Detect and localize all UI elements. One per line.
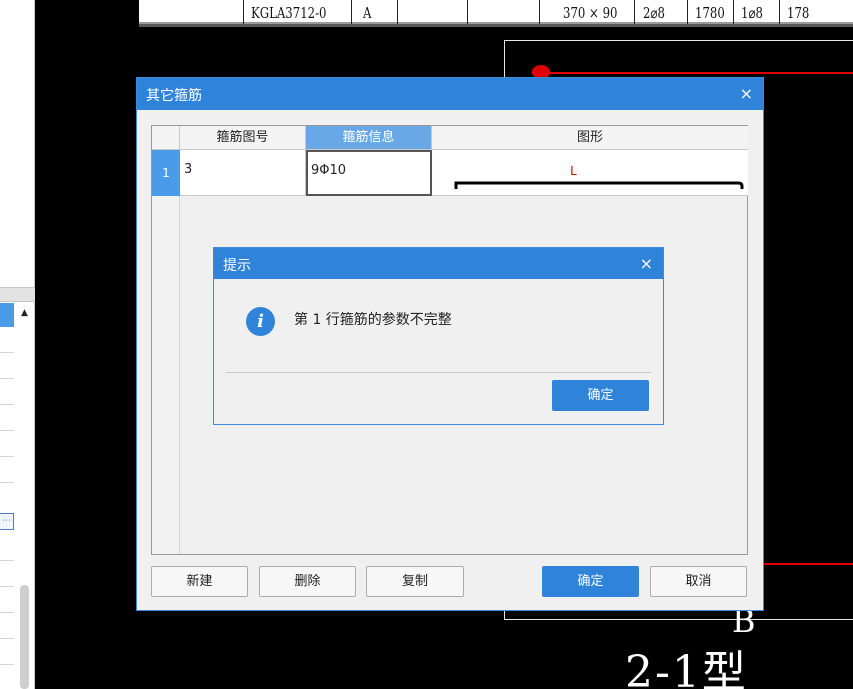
left-panel-selected-row[interactable]: [0, 303, 14, 327]
cell-stirrup-info[interactable]: 9Φ10: [306, 150, 432, 196]
scrollbar-thumb[interactable]: [20, 585, 29, 689]
list-item[interactable]: [0, 456, 14, 457]
hint-message: 第 1 行箍筋的参数不完整: [294, 312, 452, 328]
list-item[interactable]: [0, 482, 14, 483]
dialog-title: 其它箍筋: [146, 88, 202, 104]
cad-table: KGLA3712-0 A 370 × 90 2⌀8 1780 1⌀8 178: [139, 0, 853, 24]
left-panel-header: [0, 287, 35, 302]
cancel-button[interactable]: 取消: [650, 566, 747, 597]
cad-red-line: [763, 563, 853, 565]
copy-button[interactable]: 复制: [366, 566, 464, 597]
cad-table-len: 1780: [695, 4, 725, 22]
cad-table-size: 370 × 90: [563, 4, 618, 22]
cad-table-stirrup: 1⌀8: [741, 4, 763, 22]
close-icon[interactable]: ×: [640, 254, 653, 273]
column-header-info[interactable]: 箍筋信息: [306, 126, 432, 150]
close-icon[interactable]: ×: [740, 84, 753, 103]
divider: [226, 372, 651, 373]
ok-button[interactable]: 确定: [542, 566, 639, 597]
grid-corner[interactable]: [152, 126, 180, 150]
list-item[interactable]: [0, 430, 14, 431]
hint-titlebar[interactable]: 提示 ×: [214, 248, 663, 279]
scroll-up-icon[interactable]: ▲: [16, 303, 33, 323]
dialog-titlebar[interactable]: 其它箍筋 ×: [137, 78, 763, 110]
cad-table-len2: 178: [787, 4, 810, 22]
list-item[interactable]: [0, 586, 14, 587]
list-item[interactable]: [0, 404, 14, 405]
stirrup-shape-icon: [454, 181, 744, 189]
hint-dialog: 提示 × i 第 1 行箍筋的参数不完整 确定: [213, 247, 664, 425]
list-item[interactable]: [0, 560, 14, 561]
info-icon: i: [246, 307, 275, 336]
cad-table-main: 2⌀8: [643, 4, 665, 22]
ellipsis-icon[interactable]: ⋯: [0, 513, 14, 530]
list-item[interactable]: [0, 638, 14, 639]
column-header-shape-no[interactable]: 箍筋图号: [180, 126, 306, 150]
hint-ok-button[interactable]: 确定: [552, 380, 649, 411]
list-item[interactable]: [0, 352, 14, 353]
row-number[interactable]: 1: [152, 150, 180, 196]
left-panel: ▲ ⋯: [0, 0, 35, 689]
list-item[interactable]: [0, 664, 14, 665]
cad-label-type: 2-1型: [625, 647, 748, 689]
delete-button[interactable]: 删除: [259, 566, 356, 597]
row-header-strip: [152, 196, 180, 554]
list-item[interactable]: [0, 378, 14, 379]
new-button[interactable]: 新建: [151, 566, 248, 597]
cad-red-line: [532, 72, 853, 74]
list-item[interactable]: [0, 612, 14, 613]
hint-title: 提示: [223, 258, 251, 274]
cell-shape-no[interactable]: 3: [180, 150, 306, 196]
cad-table-code: KGLA3712-0: [251, 4, 327, 22]
column-header-shape[interactable]: 图形: [432, 126, 748, 150]
shape-label: L: [570, 164, 578, 178]
cad-table-col2: A: [363, 4, 372, 22]
